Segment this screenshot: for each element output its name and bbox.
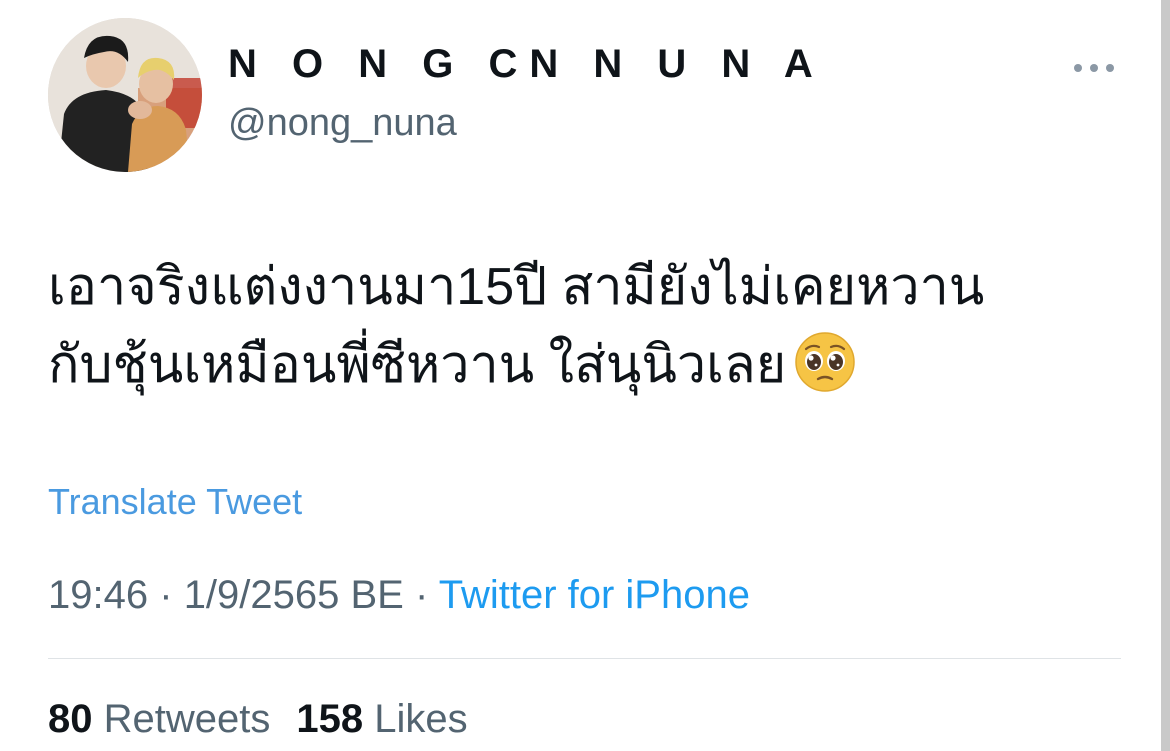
retweets-stat[interactable]: 80 Retweets — [48, 697, 270, 741]
profile-photo-icon — [48, 18, 202, 172]
retweets-count: 80 — [48, 697, 93, 741]
pleading-face-emoji — [794, 331, 856, 393]
window-edge — [1161, 0, 1170, 751]
likes-count: 158 — [296, 697, 364, 741]
tweet-stats: 80 Retweets 158 Likes — [48, 697, 468, 742]
likes-label: Likes — [374, 697, 468, 741]
tweet-text-line: เอาจริงแต่งงานมา15ปี สามียังไม่เคยหวาน — [48, 258, 985, 316]
retweets-label: Retweets — [103, 697, 271, 741]
tweet-date[interactable]: 1/9/2565 BE — [184, 573, 404, 617]
tweet-meta: 19:46 · 1/9/2565 BE · Twitter for iPhone — [48, 573, 750, 618]
tweet-detail: N O N G CN N U N A @nong_nuna เอาจริงแต่… — [0, 0, 1170, 751]
translate-tweet-link[interactable]: Translate Tweet — [48, 481, 302, 523]
meta-separator: · — [415, 573, 429, 617]
display-name[interactable]: N O N G CN N U N A — [228, 42, 825, 87]
avatar[interactable] — [48, 18, 202, 172]
tweet-text: เอาจริงแต่งงานมา15ปี สามียังไม่เคยหวาน ก… — [48, 248, 1138, 404]
more-horizontal-icon[interactable] — [1070, 58, 1120, 78]
meta-separator: · — [159, 573, 173, 617]
tweet-time[interactable]: 19:46 — [48, 573, 148, 617]
divider — [48, 658, 1121, 659]
tweet-text-line: กับชุ้นเหมือนพี่ซีหวาน ใส่นุนิวเลย — [48, 326, 1138, 404]
likes-stat[interactable]: 158 Likes — [296, 697, 467, 741]
tweet-source-link[interactable]: Twitter for iPhone — [439, 573, 750, 617]
tweet-text-segment: กับชุ้นเหมือนพี่ซีหวาน ใส่นุนิวเลย — [48, 336, 787, 394]
user-handle[interactable]: @nong_nuna — [228, 102, 457, 145]
